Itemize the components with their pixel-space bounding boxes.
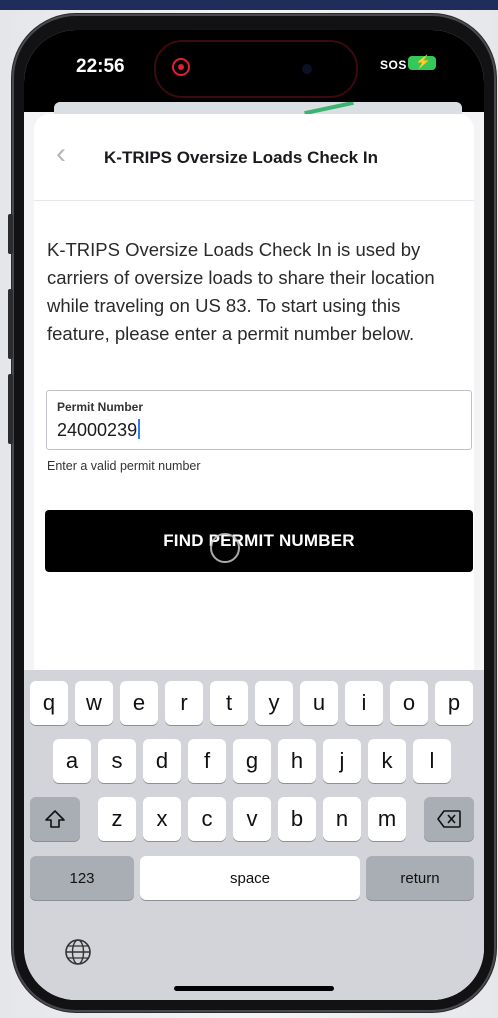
key-r[interactable]: r xyxy=(165,681,203,725)
camera-icon xyxy=(302,64,312,74)
key-w[interactable]: w xyxy=(75,681,113,725)
key-z[interactable]: z xyxy=(98,797,136,841)
key-l[interactable]: l xyxy=(413,739,451,783)
globe-icon[interactable] xyxy=(64,938,92,966)
shift-key[interactable] xyxy=(30,797,80,841)
key-s[interactable]: s xyxy=(98,739,136,783)
key-m[interactable]: m xyxy=(368,797,406,841)
delete-key[interactable] xyxy=(424,797,474,841)
key-t[interactable]: t xyxy=(210,681,248,725)
key-h[interactable]: h xyxy=(278,739,316,783)
backspace-icon xyxy=(437,810,461,828)
key-p[interactable]: p xyxy=(435,681,473,725)
page-title: K-TRIPS Oversize Loads Check In xyxy=(104,148,378,167)
key-a[interactable]: a xyxy=(53,739,91,783)
phone-screen: 22:56 SOS ⚡ ‹ K-TRIPS Oversize Loads Che… xyxy=(24,30,484,1000)
status-time: 22:56 xyxy=(76,56,125,77)
key-q[interactable]: q xyxy=(30,681,68,725)
key-g[interactable]: g xyxy=(233,739,271,783)
key-j[interactable]: j xyxy=(323,739,361,783)
sos-indicator: SOS xyxy=(380,58,407,72)
key-b[interactable]: b xyxy=(278,797,316,841)
key-o[interactable]: o xyxy=(390,681,428,725)
key-x[interactable]: x xyxy=(143,797,181,841)
permit-number-input[interactable]: 24000239 xyxy=(57,419,141,441)
helper-text: Enter a valid permit number xyxy=(47,459,201,473)
key-n[interactable]: n xyxy=(323,797,361,841)
return-key[interactable]: return xyxy=(366,856,474,900)
numbers-key[interactable]: 123 xyxy=(30,856,134,900)
nav-bar: ‹ K-TRIPS Oversize Loads Check In xyxy=(34,114,474,201)
key-y[interactable]: y xyxy=(255,681,293,725)
key-u[interactable]: u xyxy=(300,681,338,725)
key-v[interactable]: v xyxy=(233,797,271,841)
key-c[interactable]: c xyxy=(188,797,226,841)
on-screen-keyboard: q w e r t y u i o p a s d f g h j k l z … xyxy=(24,670,484,1000)
recording-icon xyxy=(172,58,190,76)
volume-down-button xyxy=(8,374,13,444)
space-key[interactable]: space xyxy=(140,856,360,900)
chevron-left-icon[interactable]: ‹ xyxy=(56,139,86,170)
permit-number-value: 24000239 xyxy=(57,420,138,440)
find-permit-number-button[interactable]: FIND PERMIT NUMBER xyxy=(45,510,473,572)
action-button xyxy=(8,214,13,254)
permit-number-field[interactable]: Permit Number 24000239 xyxy=(46,390,472,450)
home-indicator[interactable] xyxy=(174,986,334,991)
touch-indicator xyxy=(210,533,240,563)
video-top-bar xyxy=(0,0,498,10)
key-i[interactable]: i xyxy=(345,681,383,725)
description-text: K-TRIPS Oversize Loads Check In is used … xyxy=(47,239,435,344)
text-caret xyxy=(138,419,141,439)
shift-icon xyxy=(45,810,65,828)
key-e[interactable]: e xyxy=(120,681,158,725)
battery-charging-icon: ⚡ xyxy=(408,54,436,70)
dynamic-island xyxy=(154,40,358,98)
permit-number-label: Permit Number xyxy=(57,400,144,414)
key-d[interactable]: d xyxy=(143,739,181,783)
volume-up-button xyxy=(8,289,13,359)
key-k[interactable]: k xyxy=(368,739,406,783)
key-f[interactable]: f xyxy=(188,739,226,783)
